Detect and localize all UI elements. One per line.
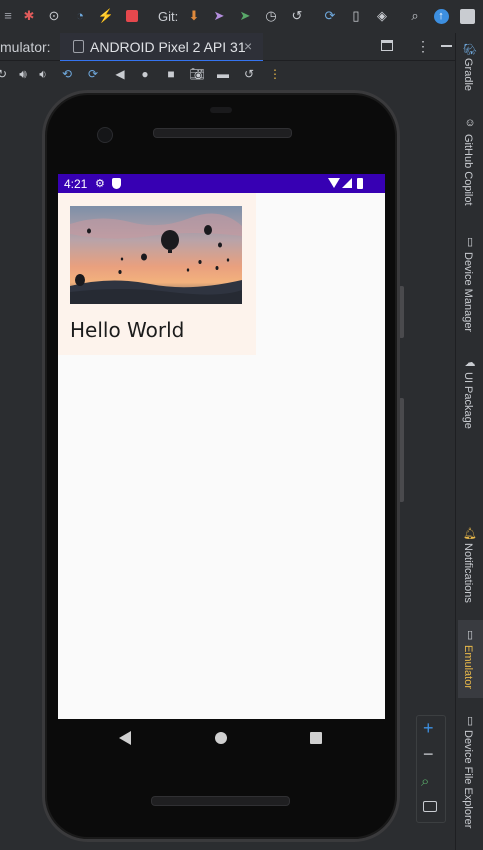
device-file-explorer-icon: ▯	[466, 714, 474, 727]
sidebar-item-emulator[interactable]: Emulator	[462, 645, 474, 689]
sidebar-item-gradle[interactable]: Gradle	[462, 58, 474, 91]
update-project-icon[interactable]: ⬇	[186, 8, 202, 24]
hot-air-balloons-image	[70, 206, 242, 304]
search-icon[interactable]: ⌕	[407, 8, 423, 24]
close-icon[interactable]: ×	[244, 38, 252, 54]
ui-package-icon: ☁	[464, 356, 476, 369]
list-icon[interactable]: ≡	[0, 8, 16, 24]
gradle-icon: 🐘︎	[463, 43, 477, 56]
commit-icon[interactable]: ➤	[237, 8, 253, 24]
phone-bottom-speaker	[151, 796, 290, 806]
zoom-out-button[interactable]: −	[423, 744, 434, 765]
bug-icon[interactable]: ✱	[21, 8, 37, 24]
nav-back-icon[interactable]	[119, 731, 131, 745]
screenshot-icon[interactable]: 📷︎	[189, 66, 205, 82]
phone-top-speaker	[153, 128, 292, 138]
settings-icon: ⚙	[95, 178, 105, 190]
front-camera	[97, 127, 113, 143]
sync-gradle-icon[interactable]: ⟳	[322, 8, 338, 24]
shield-icon	[112, 178, 121, 189]
history-icon[interactable]: ◷	[263, 8, 279, 24]
zoom-in-button[interactable]: +	[423, 718, 434, 739]
account-icon[interactable]	[459, 8, 475, 24]
copilot-icon: ☺	[464, 117, 476, 129]
rollback-icon[interactable]: ↺	[289, 8, 305, 24]
sidebar-item-device-file-explorer[interactable]: Device File Explorer	[462, 730, 474, 828]
profiler-icon[interactable]: ◔	[72, 8, 88, 24]
battery-icon	[357, 178, 363, 189]
volume-up-icon[interactable]: 🔊︎	[15, 66, 31, 82]
fit-screen-icon[interactable]	[423, 801, 437, 812]
status-time: 4:21	[64, 177, 88, 191]
sidebar-item-notifications[interactable]: Notifications	[462, 543, 474, 603]
emulator-icon: ▯	[466, 628, 474, 641]
rotate-right-icon[interactable]: ⟳	[85, 66, 101, 82]
apply-changes-icon[interactable]: ⚡	[98, 8, 114, 24]
emulator-panel-label: mulator:	[0, 39, 51, 55]
back-icon[interactable]: ◀	[112, 66, 128, 82]
device-mirror-icon[interactable]: ▯	[348, 8, 364, 24]
sidebar-item-device-manager[interactable]: Device Manager	[462, 252, 474, 332]
sidebar-item-ui-package[interactable]: UI Package	[462, 372, 474, 429]
record-screen-icon[interactable]: ▬	[215, 66, 231, 82]
device-manager-icon: ▯	[466, 235, 474, 248]
more-icon[interactable]: ⋮	[267, 66, 283, 82]
cellular-icon	[342, 178, 352, 188]
main-toolbar: ≡ ✱ ⊙ ◔ ⚡ Git: ⬇ ➤ ➤ ◷ ↺ ⟳ ▯ ◈ ⌕ ↑	[0, 0, 483, 34]
window-mode-icon[interactable]	[381, 40, 393, 51]
minimize-icon[interactable]	[441, 45, 452, 47]
wifi-icon	[328, 178, 340, 188]
zoom-fit-icon[interactable]: ⌕	[421, 773, 429, 790]
nav-home-icon[interactable]	[215, 732, 227, 744]
tab-title: ANDROID Pixel 2 API 31	[90, 39, 246, 55]
volume-down-icon[interactable]: 🔉︎	[35, 66, 51, 82]
git-label: Git:	[158, 9, 179, 24]
sidebar-item-copilot[interactable]: GitHub Copilot	[462, 134, 474, 206]
overview-icon[interactable]: ■	[163, 66, 179, 82]
device-icon	[73, 40, 84, 53]
more-options-icon[interactable]: ⋮	[416, 38, 430, 55]
phone-sensor	[210, 107, 232, 113]
hello-world-text: Hello World	[70, 318, 185, 342]
attach-debugger-icon[interactable]: ⊙	[46, 8, 62, 24]
notifications-icon: 🔔︎	[463, 527, 477, 540]
push-icon[interactable]: ➤	[211, 8, 227, 24]
stop-icon[interactable]	[124, 8, 140, 24]
nav-recents-icon[interactable]	[310, 732, 322, 744]
snapshot-icon[interactable]: ↺	[241, 66, 257, 82]
home-icon[interactable]: ●	[137, 66, 153, 82]
sdk-manager-icon[interactable]: ◈	[374, 8, 390, 24]
rotate-left-icon[interactable]: ⟲	[59, 66, 75, 82]
updates-icon[interactable]: ↑	[433, 8, 449, 24]
power-icon[interactable]: ↻	[0, 66, 10, 82]
